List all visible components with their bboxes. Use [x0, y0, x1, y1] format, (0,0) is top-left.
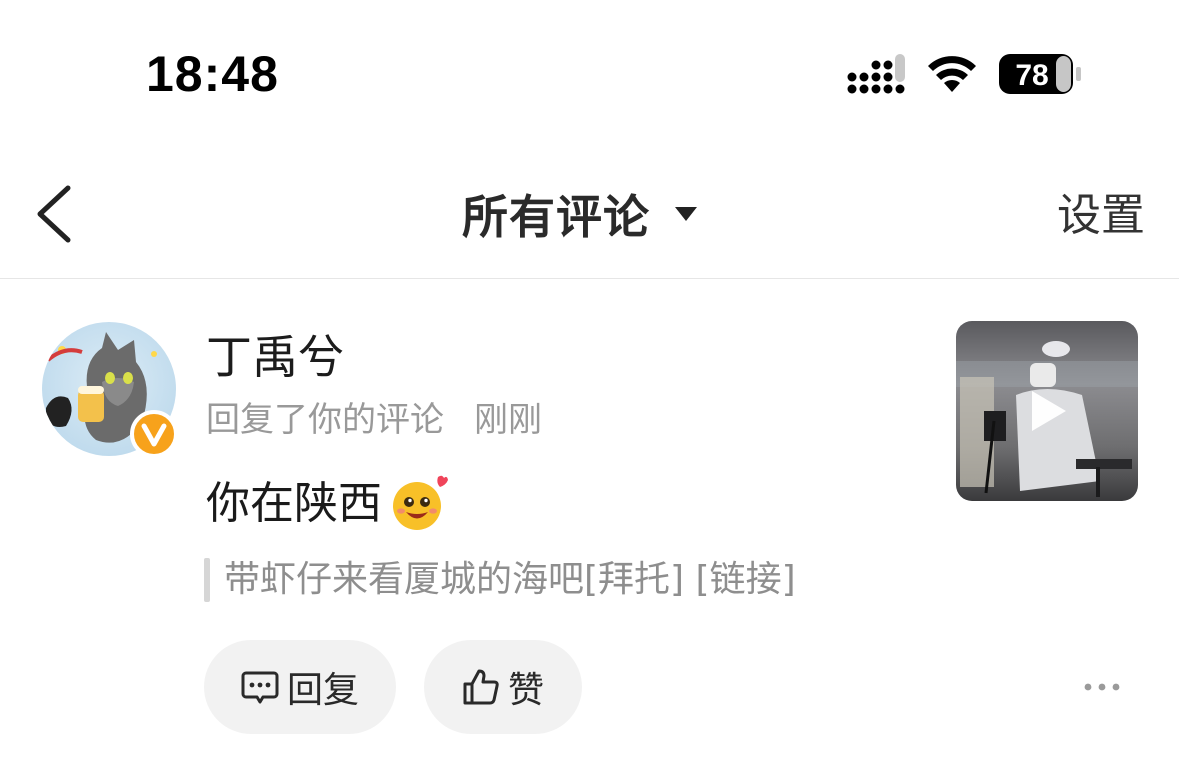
comment-text-row: 你在陕西	[206, 474, 448, 534]
heart-eyes-emoji-icon	[393, 475, 448, 530]
battery-level: 78	[1015, 59, 1048, 92]
signal-icon	[847, 54, 905, 94]
comment-bubble-icon	[241, 671, 279, 704]
like-button[interactable]: 赞	[424, 640, 582, 734]
thumbs-up-icon	[463, 669, 499, 705]
caret-down-icon	[675, 207, 697, 221]
comment-action: 回复了你的评论	[206, 400, 444, 440]
status-time: 18:48	[146, 46, 279, 102]
comments-page: 18:48 78 所有评论 设置 丁禹兮 回复了你的评论 刚刚 你在陕西 带虾仔…	[0, 0, 1179, 770]
quoted-original-comment[interactable]: 带虾仔来看厦城的海吧[拜托] [链接]	[224, 554, 796, 606]
wifi-icon	[928, 56, 976, 92]
nav-divider	[0, 278, 1179, 279]
page-title: 所有评论	[462, 190, 650, 244]
comment-filter-dropdown[interactable]: 所有评论	[462, 184, 698, 244]
reply-label: 回复	[286, 670, 359, 711]
settings-button[interactable]: 设置	[1057, 188, 1145, 244]
video-thumbnail[interactable]	[956, 321, 1138, 501]
play-icon	[1032, 391, 1066, 431]
more-options-icon[interactable]	[1082, 676, 1122, 698]
comment-text: 你在陕西	[206, 478, 382, 529]
comment-meta: 回复了你的评论 刚刚	[206, 398, 542, 442]
back-chevron-icon[interactable]	[32, 182, 76, 246]
battery-icon: 78	[999, 54, 1081, 94]
like-label: 赞	[507, 670, 544, 711]
verified-v-icon	[130, 410, 178, 458]
quote-bar	[204, 558, 210, 602]
comment-time: 刚刚	[474, 400, 542, 440]
comment-username[interactable]: 丁禹兮	[206, 328, 344, 386]
reply-button[interactable]: 回复	[204, 640, 396, 734]
